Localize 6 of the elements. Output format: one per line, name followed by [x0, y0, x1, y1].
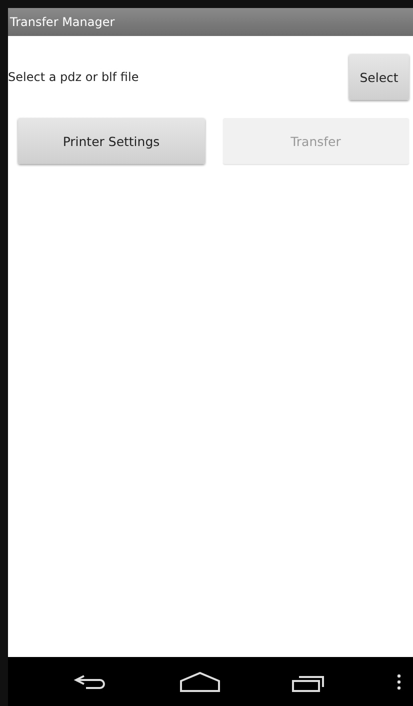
select-button[interactable]: Select [349, 54, 409, 100]
home-icon[interactable] [178, 670, 222, 692]
action-button[interactable]: Printer Settings [18, 118, 204, 164]
file-prompt-label: Select a pdz or blf file [8, 70, 139, 84]
menu-icon[interactable] [396, 672, 401, 690]
window-title: Transfer Manager [10, 15, 115, 29]
